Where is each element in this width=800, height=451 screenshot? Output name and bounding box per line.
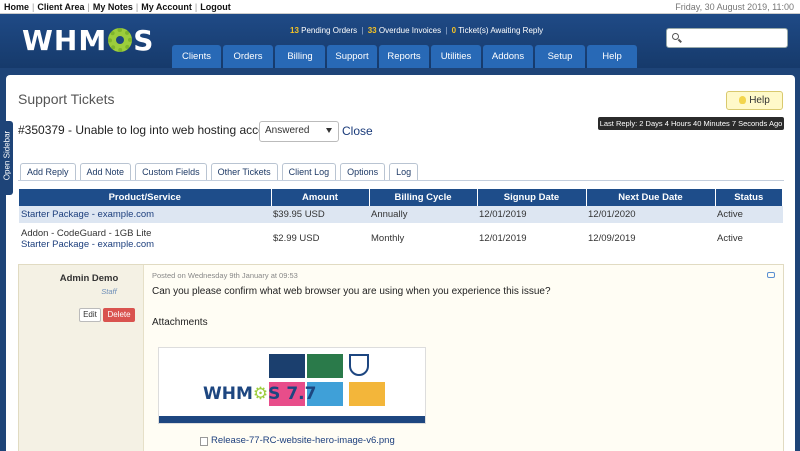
lightbulb-icon: [739, 96, 747, 104]
attachment-filename-link[interactable]: Release-77-RC-website-hero-image-v6.png: [211, 435, 395, 446]
tab-divider: [18, 180, 784, 181]
file-icon: [200, 437, 208, 446]
tickets-awaiting-count: 0: [451, 26, 457, 35]
tab-add-note[interactable]: Add Note: [79, 163, 132, 180]
chevron-down-icon: [326, 128, 332, 133]
main-nav: Clients Orders Billing Support Reports U…: [172, 45, 637, 68]
tab-custom-fields[interactable]: Custom Fields: [135, 163, 207, 180]
table-row: Addon - CodeGuard - 1GB Lite Starter Pack…: [19, 223, 783, 254]
reply-message: Can you please confirm what web browser …: [152, 286, 551, 297]
due-cell: 12/01/2020: [586, 206, 715, 223]
close-ticket-link[interactable]: Close: [342, 124, 373, 138]
ticket-title: #350379 - Unable to log into web hosting…: [18, 123, 282, 137]
top-bar: Home | Client Area | My Notes | My Account | Log…: [0, 0, 800, 14]
home-link[interactable]: Home: [4, 2, 29, 12]
nav-reports[interactable]: Reports: [379, 45, 429, 68]
cycle-cell: Annually: [369, 206, 477, 223]
nav-utilities[interactable]: Utilities: [431, 45, 481, 68]
tab-options[interactable]: Options: [340, 163, 386, 180]
signup-cell: 12/01/2019: [477, 206, 586, 223]
col-next-due-date: Next Due Date: [586, 189, 716, 206]
nav-clients[interactable]: Clients: [172, 45, 221, 68]
header: WHM S 13 Pending Orders | 33 Overdue Invo…: [0, 14, 800, 68]
products-table: Product/Service Amount Billing Cycle Sig…: [19, 189, 783, 254]
my-notes-link[interactable]: My Notes: [93, 2, 133, 12]
nav-orders[interactable]: Orders: [223, 45, 273, 68]
col-product: Product/Service: [19, 189, 272, 206]
ticket-tabs: Add Reply Add Note Custom Fields Other T…: [20, 163, 419, 180]
addon-name: Addon - CodeGuard - 1GB Lite: [21, 227, 152, 239]
reply-author-role: Staff: [101, 287, 117, 296]
posted-date: Posted on Wednesday 9th January at 09:53: [152, 271, 298, 280]
overdue-invoices-count: 33: [367, 26, 377, 35]
nav-setup[interactable]: Setup: [535, 45, 585, 68]
page-title: Support Tickets: [18, 91, 115, 107]
content-panel: Support Tickets Help Last Reply: 2 Days …: [6, 75, 795, 451]
ticket-reply: Admin Demo Staff Edit Delete Posted on W…: [18, 264, 784, 451]
edit-reply-button[interactable]: Edit: [79, 308, 101, 322]
product-link[interactable]: Starter Package - example.com: [21, 209, 154, 220]
ticket-status-select[interactable]: Answered: [259, 121, 339, 142]
product-link[interactable]: Starter Package - example.com: [21, 239, 154, 250]
search-box[interactable]: [666, 28, 788, 48]
reply-author-name: Admin Demo: [59, 273, 119, 284]
whmcs-logo[interactable]: WHM S: [22, 24, 154, 57]
amount-cell: $39.95 USD: [271, 206, 369, 223]
nav-support[interactable]: Support: [327, 45, 377, 68]
search-icon: [672, 33, 679, 40]
reply-body: Posted on Wednesday 9th January at 09:53…: [143, 265, 783, 451]
pending-orders-link[interactable]: Pending Orders: [301, 26, 357, 35]
signup-cell: 12/01/2019: [479, 233, 527, 244]
col-signup-date: Signup Date: [477, 189, 587, 206]
nav-help[interactable]: Help: [587, 45, 637, 68]
status-cell: Active: [715, 206, 783, 223]
col-billing-cycle: Billing Cycle: [369, 189, 478, 206]
quote-icon[interactable]: [767, 272, 775, 278]
help-button[interactable]: Help: [726, 91, 783, 110]
tab-log[interactable]: Log: [389, 163, 419, 180]
attachment-thumbnail[interactable]: WHM⚙S 7.7: [158, 347, 426, 424]
cycle-cell: Monthly: [371, 233, 405, 244]
last-reply-badge: Last Reply: 2 Days 4 Hours 40 Minutes 7 …: [598, 117, 784, 130]
my-account-link[interactable]: My Account: [141, 2, 192, 12]
search-input[interactable]: [683, 31, 783, 45]
nav-billing[interactable]: Billing: [275, 45, 325, 68]
thumbnail-logo: WHM⚙S 7.7: [203, 384, 317, 404]
tickets-awaiting-link[interactable]: Ticket(s) Awaiting Reply: [458, 26, 543, 35]
shield-icon: [349, 354, 369, 376]
col-status: Status: [715, 189, 783, 206]
tab-add-reply[interactable]: Add Reply: [20, 163, 76, 180]
pending-orders-count: 13: [290, 26, 299, 35]
open-sidebar-toggle[interactable]: Open Sidebar: [0, 121, 13, 195]
delete-reply-button[interactable]: Delete: [103, 308, 135, 322]
admin-alerts: 13 Pending Orders | 33 Overdue Invoices …: [290, 26, 544, 35]
amount-cell: $2.99 USD: [273, 233, 320, 244]
reply-author-panel: Admin Demo Staff Edit Delete: [19, 265, 143, 451]
col-amount: Amount: [271, 189, 370, 206]
due-cell: 12/09/2019: [588, 233, 636, 244]
current-date: Friday, 30 August 2019, 11:00: [675, 2, 794, 12]
tab-other-tickets[interactable]: Other Tickets: [210, 163, 278, 180]
top-links: Home | Client Area | My Notes | My Account | Log…: [4, 2, 231, 12]
logout-link[interactable]: Logout: [200, 2, 231, 12]
table-row: Starter Package - example.com $39.95 USD…: [19, 206, 783, 223]
client-area-link[interactable]: Client Area: [37, 2, 84, 12]
gear-logo-icon: [108, 28, 133, 52]
status-cell: Active: [717, 233, 743, 244]
overdue-invoices-link[interactable]: Overdue Invoices: [379, 26, 441, 35]
nav-addons[interactable]: Addons: [483, 45, 533, 68]
tab-client-log[interactable]: Client Log: [281, 163, 337, 180]
attachments-heading: Attachments: [152, 317, 208, 328]
